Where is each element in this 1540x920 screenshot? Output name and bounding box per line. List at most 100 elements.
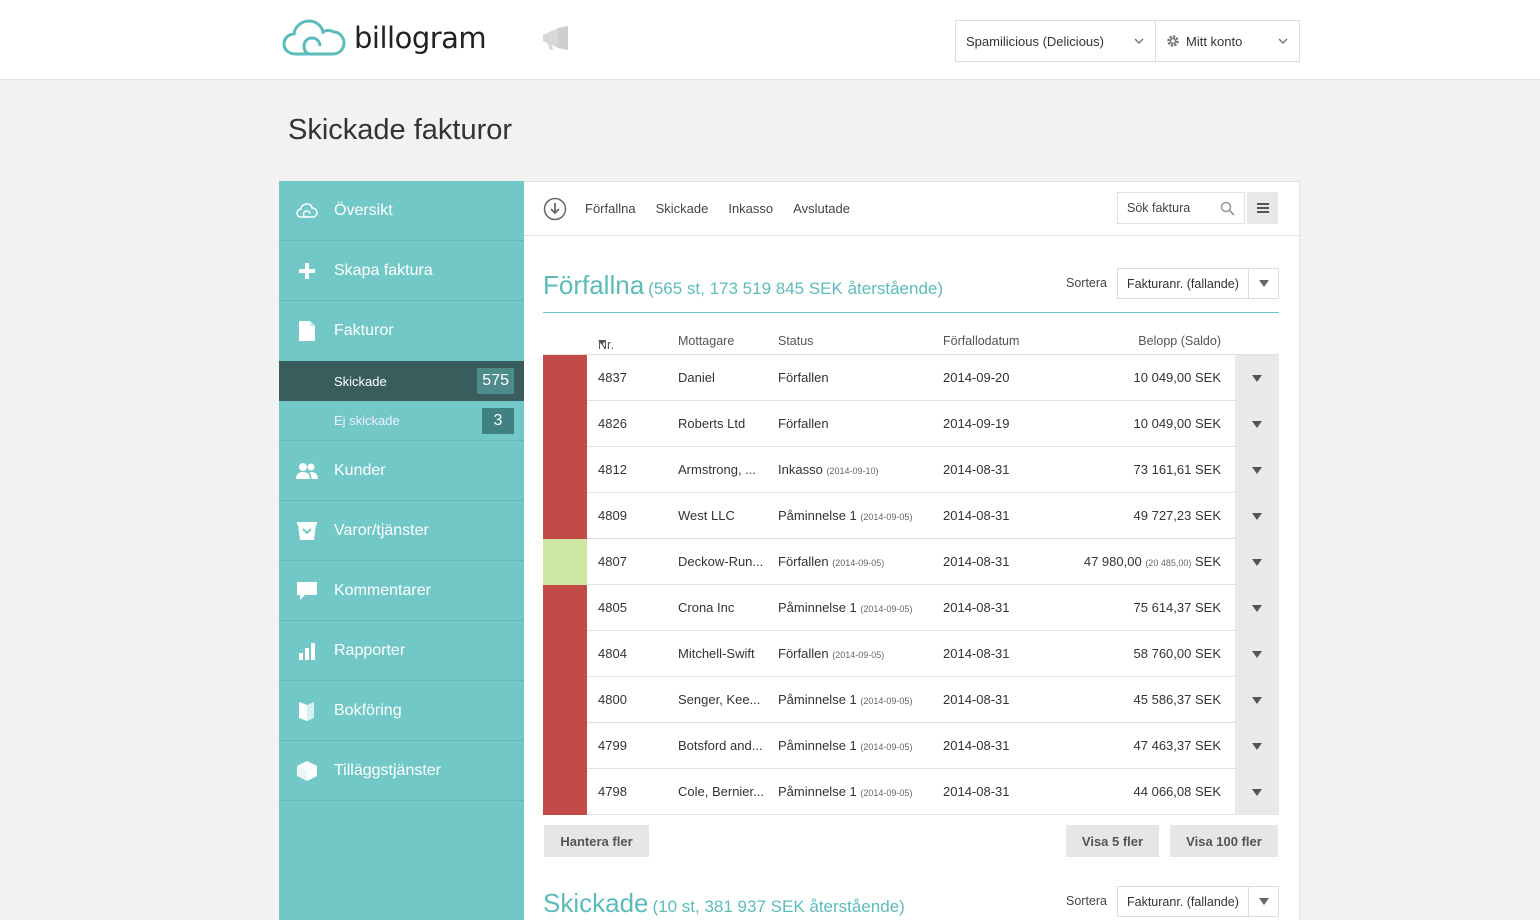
status-flag (543, 631, 587, 677)
amount-value: 10 049,00 (1133, 370, 1192, 385)
status-text: Påminnelse 1 (778, 508, 857, 523)
company-select-label: Spamilicious (Delicious) (966, 33, 1104, 49)
row-actions-button[interactable] (1235, 401, 1279, 447)
amount-value: 49 727,23 (1133, 508, 1192, 523)
sidebar-subitem-ej-skickade[interactable]: Ej skickade 3 (279, 401, 524, 441)
row-actions-button[interactable] (1235, 355, 1279, 401)
logo-text: billogram (354, 21, 487, 55)
filter-skickade[interactable]: Skickade (656, 201, 709, 216)
caret-down-icon (1252, 650, 1262, 658)
table-row[interactable]: 4826 Roberts Ltd Förfallen 2014-09-19 10… (543, 401, 1279, 447)
column-header-amount: Belopp (Saldo) (1138, 334, 1221, 348)
currency: SEK (1194, 462, 1221, 477)
manage-more-button[interactable]: Hantera fler (544, 825, 649, 857)
sort-select[interactable]: Fakturanr. (fallande) (1117, 268, 1279, 299)
caret-down-icon (1252, 374, 1262, 382)
status-flag (543, 401, 587, 447)
sort-select-value: Fakturanr. (fallande) (1127, 894, 1239, 909)
saldo-value: (20 485,00) (1145, 558, 1192, 568)
amount-cell: 73 161,61 SEK (1134, 462, 1221, 477)
row-actions-button[interactable] (1235, 447, 1279, 493)
invoice-number: 4809 (598, 508, 627, 523)
filter-inkasso[interactable]: Inkasso (728, 201, 773, 216)
currency: SEK (1194, 692, 1221, 707)
show-5-more-button[interactable]: Visa 5 fler (1066, 825, 1159, 857)
search-input[interactable]: Sök faktura (1117, 192, 1245, 224)
currency: SEK (1194, 600, 1221, 615)
amount-cell: 75 614,37 SEK (1134, 600, 1221, 615)
row-actions-button[interactable] (1235, 769, 1279, 815)
sidebar-item-oversikt[interactable]: Översikt (279, 181, 524, 241)
sidebar-item-label: Översikt (334, 201, 393, 219)
sidebar-item-tillaggstjanster[interactable]: Tilläggstjänster (279, 741, 524, 801)
row-actions-button[interactable] (1235, 723, 1279, 769)
currency: SEK (1194, 554, 1221, 569)
download-icon[interactable] (543, 197, 567, 221)
invoice-number: 4837 (598, 370, 627, 385)
sidebar-item-kunder[interactable]: Kunder (279, 441, 524, 501)
table-row[interactable]: 4812 Armstrong, ... Inkasso (2014-09-10)… (543, 447, 1279, 493)
sidebar-subitem-skickade[interactable]: Skickade 575 (279, 361, 524, 401)
table-row[interactable]: 4837 Daniel Förfallen 2014-09-20 10 049,… (543, 355, 1279, 401)
status-flag (543, 447, 587, 493)
caret-down-icon (1252, 696, 1262, 704)
sidebar-item-varor-tjanster[interactable]: Varor/tjänster (279, 501, 524, 561)
status-text: Förfallen (778, 646, 829, 661)
caret-down-icon (1252, 558, 1262, 566)
row-actions-button[interactable] (1235, 631, 1279, 677)
amount-cell: 44 066,08 SEK (1134, 784, 1221, 799)
row-actions-button[interactable] (1235, 493, 1279, 539)
filter-forfallna[interactable]: Förfallna (585, 201, 636, 216)
sidebar-item-bokforing[interactable]: Bokföring (279, 681, 524, 741)
amount-value: 44 066,08 (1133, 784, 1192, 799)
sidebar-item-rapporter[interactable]: Rapporter (279, 621, 524, 681)
table-row[interactable]: 4809 West LLC Påminnelse 1 (2014-09-05) … (543, 493, 1279, 539)
invoice-table: 4837 Daniel Förfallen 2014-09-20 10 049,… (543, 355, 1279, 815)
status-flag (543, 355, 587, 401)
due-date: 2014-08-31 (943, 738, 1010, 753)
amount-cell: 45 586,37 SEK (1134, 692, 1221, 707)
sidebar-item-fakturor[interactable]: Fakturor (279, 301, 524, 361)
status-flag (543, 769, 587, 815)
recipient: Cole, Bernier... (678, 784, 764, 799)
currency: SEK (1194, 416, 1221, 431)
filter-bar: Förfallna Skickade Inkasso Avslutade Sök… (524, 182, 1299, 236)
sidebar-item-label: Varor/tjänster (334, 521, 429, 539)
table-row[interactable]: 4805 Crona Inc Påminnelse 1 (2014-09-05)… (543, 585, 1279, 631)
account-menu[interactable]: Mitt konto (1156, 21, 1299, 61)
table-row[interactable]: 4807 Deckow-Run... Förfallen (2014-09-05… (543, 539, 1279, 585)
table-row[interactable]: 4804 Mitchell-Swift Förfallen (2014-09-0… (543, 631, 1279, 677)
caret-down-icon (1252, 788, 1262, 796)
row-actions-button[interactable] (1235, 677, 1279, 723)
sidebar-item-label: Skapa faktura (334, 261, 433, 279)
company-select[interactable]: Spamilicious (Delicious) (956, 21, 1156, 61)
section-header-forfallna: Förfallna (565 st, 173 519 845 SEK återst… (543, 268, 1279, 313)
sidebar-item-kommentarer[interactable]: Kommentarer (279, 561, 524, 621)
document-icon (279, 320, 334, 342)
sort-select[interactable]: Fakturanr. (fallande) (1117, 886, 1279, 917)
menu-button[interactable] (1247, 192, 1278, 224)
status-date: (2014-09-05) (832, 558, 885, 568)
section-subtitle: (565 st, 173 519 845 SEK återstående) (648, 279, 944, 298)
row-actions-button[interactable] (1235, 585, 1279, 631)
amount-cell: 10 049,00 SEK (1134, 416, 1221, 431)
due-date: 2014-09-19 (943, 416, 1010, 431)
column-header-nr[interactable]: Nr. (598, 334, 614, 352)
due-date: 2014-08-31 (943, 554, 1010, 569)
sidebar-item-skapa-faktura[interactable]: Skapa faktura (279, 241, 524, 301)
show-100-more-button[interactable]: Visa 100 fler (1170, 825, 1278, 857)
status-date: (2014-09-05) (860, 604, 913, 614)
row-actions-button[interactable] (1235, 539, 1279, 585)
invoice-number: 4812 (598, 462, 627, 477)
status-text: Förfallen (778, 416, 829, 431)
table-row[interactable]: 4798 Cole, Bernier... Påminnelse 1 (2014… (543, 769, 1279, 815)
filter-avslutade[interactable]: Avslutade (793, 201, 850, 216)
account-menu-label: Mitt konto (1186, 33, 1243, 49)
table-row[interactable]: 4800 Senger, Kee... Påminnelse 1 (2014-0… (543, 677, 1279, 723)
logo[interactable]: billogram (282, 18, 487, 58)
due-date: 2014-08-31 (943, 600, 1010, 615)
caret-down-icon (1252, 420, 1262, 428)
status-text: Påminnelse 1 (778, 600, 857, 615)
table-row[interactable]: 4799 Botsford and... Påminnelse 1 (2014-… (543, 723, 1279, 769)
megaphone-icon[interactable] (540, 24, 572, 57)
